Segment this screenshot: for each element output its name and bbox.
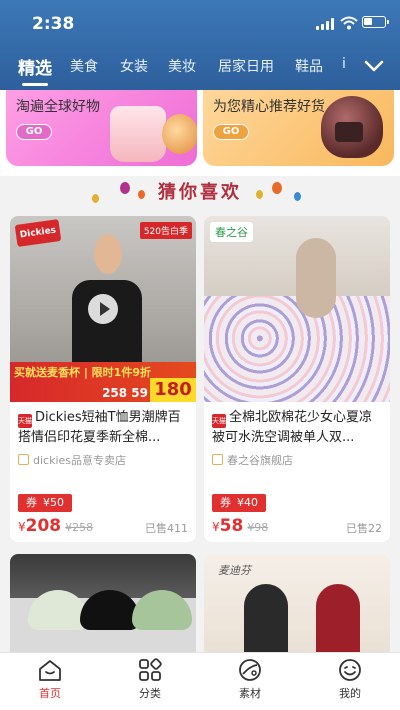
tab-more-partial[interactable]: i xyxy=(342,56,346,72)
sold-count: 已售411 xyxy=(145,522,188,535)
status-time: 2:38 xyxy=(32,14,75,34)
product-image[interactable]: Dickies 520告白季 买就送麦香杯 | 限时1件9折 258 59 18… xyxy=(10,216,196,402)
go-button[interactable]: GO xyxy=(213,124,249,140)
shop-icon xyxy=(212,454,223,465)
product-card[interactable]: 麦迪芬 xyxy=(204,554,390,664)
section-header: 猜你喜欢 xyxy=(0,176,400,204)
decor-dot xyxy=(256,190,263,199)
product-image[interactable]: 麦迪芬 xyxy=(204,554,390,664)
coupon-label: 券 xyxy=(26,496,37,509)
shop-icon xyxy=(18,454,29,465)
go-button[interactable]: GO xyxy=(16,124,52,140)
sandal-image xyxy=(28,590,88,630)
model-head xyxy=(94,234,122,274)
home-icon xyxy=(39,660,61,681)
current-price: 208 xyxy=(25,516,62,536)
material-icon xyxy=(239,659,261,681)
bottom-nav: 首页 分类 素材 我的 xyxy=(0,652,400,710)
shop-name-text: 春之谷旗舰店 xyxy=(227,454,293,467)
nav-home[interactable]: 首页 xyxy=(0,657,100,701)
shop-name[interactable]: 春之谷旗舰店 xyxy=(212,452,293,468)
global-goods-banner[interactable]: 淘遍全球好物 GO xyxy=(6,90,197,166)
coupon-label: 券 xyxy=(220,496,231,509)
tmall-icon: 天猫 xyxy=(212,414,226,428)
product-card[interactable] xyxy=(10,554,196,664)
nav-material[interactable]: 素材 xyxy=(200,657,300,701)
product-image[interactable] xyxy=(10,554,196,664)
coupon-badge[interactable]: 券 ¥40 xyxy=(212,494,266,512)
cosmetic-jar-image xyxy=(162,114,197,154)
tab-home-goods[interactable]: 居家日用 xyxy=(218,56,274,76)
status-bar: 2:38 xyxy=(0,0,400,48)
product-title-text: Dickies短袖T恤男潮牌百搭情侣印花夏季新全棉... xyxy=(18,410,181,445)
sandal-image xyxy=(132,590,192,630)
category-tabs: 精选 美食 女装 美妆 居家日用 鞋品 i xyxy=(0,48,360,86)
profile-icon xyxy=(339,659,361,681)
decor-dot xyxy=(272,182,282,194)
nav-label: 首页 xyxy=(39,687,61,700)
signal-icon xyxy=(316,18,336,30)
pressure-cooker-image xyxy=(321,96,383,158)
wifi-icon xyxy=(340,16,358,30)
promo-text: 买就送麦香杯 | 限时1件9折 xyxy=(14,366,151,379)
shop-name-text: dickies品意专卖店 xyxy=(33,454,127,467)
nav-label: 我的 xyxy=(339,687,361,700)
tab-food[interactable]: 美食 xyxy=(70,56,98,76)
nav-label: 分类 xyxy=(139,687,161,700)
header: 2:38 精选 美食 女装 美妆 居家日用 鞋品 i xyxy=(0,0,400,90)
brand-badge: Dickies xyxy=(14,219,62,247)
product-title[interactable]: 天猫 Dickies短袖T恤男潮牌百搭情侣印花夏季新全棉... xyxy=(18,408,190,448)
brand-overlay: 麦迪芬 xyxy=(218,564,251,577)
price: ¥208 ¥258 xyxy=(18,516,93,536)
product-card[interactable]: Dickies 520告白季 买就送麦香杯 | 限时1件9折 258 59 18… xyxy=(10,216,196,542)
coupon-value: ¥50 xyxy=(43,496,64,509)
product-card[interactable]: 春之谷 天猫 全棉北欧棉花少女心夏凉被可水洗空调被单人双... 春之谷旗舰店 券 ¥… xyxy=(204,216,390,542)
product-title[interactable]: 天猫 全棉北欧棉花少女心夏凉被可水洗空调被单人双... xyxy=(212,408,384,448)
coupon-badge[interactable]: 券 ¥50 xyxy=(18,494,72,512)
quilt-image xyxy=(204,296,390,402)
banner-text: 淘遍全球好物 xyxy=(16,99,100,115)
sandal-image xyxy=(80,590,140,630)
nav-label: 素材 xyxy=(239,687,261,700)
section-title: 猜你喜欢 xyxy=(158,182,242,203)
nav-profile[interactable]: 我的 xyxy=(300,657,400,701)
currency-symbol: ¥ xyxy=(18,520,26,534)
original-price: ¥258 xyxy=(65,521,94,534)
recommend-banner[interactable]: 为您精心推荐好货 GO xyxy=(203,90,394,166)
tmall-icon: 天猫 xyxy=(18,414,32,428)
model-image xyxy=(296,238,336,318)
overlay-original-price: 258 59 xyxy=(102,386,148,400)
overlay-price: 180 xyxy=(150,378,196,402)
brand-badge: 春之谷 xyxy=(210,222,253,242)
chevron-down-icon[interactable] xyxy=(362,54,386,78)
currency-symbol: ¥ xyxy=(212,520,220,534)
banner-text: 为您精心推荐好货 xyxy=(213,99,325,115)
decor-dot xyxy=(294,192,301,201)
shop-name[interactable]: dickies品意专卖店 xyxy=(18,452,126,468)
category-icon xyxy=(139,658,162,681)
cosmetic-jar-image xyxy=(110,106,166,162)
coupon-value: ¥40 xyxy=(237,496,258,509)
product-image[interactable]: 春之谷 xyxy=(204,216,390,402)
battery-icon xyxy=(362,16,389,28)
nav-category[interactable]: 分类 xyxy=(100,657,200,701)
original-price: ¥98 xyxy=(247,521,269,534)
tab-shoes[interactable]: 鞋品 xyxy=(295,56,323,76)
tab-beauty[interactable]: 美妆 xyxy=(168,56,196,76)
tab-womens-clothing[interactable]: 女装 xyxy=(120,56,148,76)
sold-count: 已售22 xyxy=(346,522,382,535)
play-icon[interactable] xyxy=(88,294,118,324)
tab-featured[interactable]: 精选 xyxy=(18,54,52,86)
promo-tag: 520告白季 xyxy=(139,222,192,239)
promo-banners: 淘遍全球好物 GO 为您精心推荐好货 GO xyxy=(0,90,400,176)
price: ¥58 ¥98 xyxy=(212,516,268,536)
product-title-text: 全棉北欧棉花少女心夏凉被可水洗空调被单人双... xyxy=(212,410,373,445)
current-price: 58 xyxy=(219,516,244,536)
